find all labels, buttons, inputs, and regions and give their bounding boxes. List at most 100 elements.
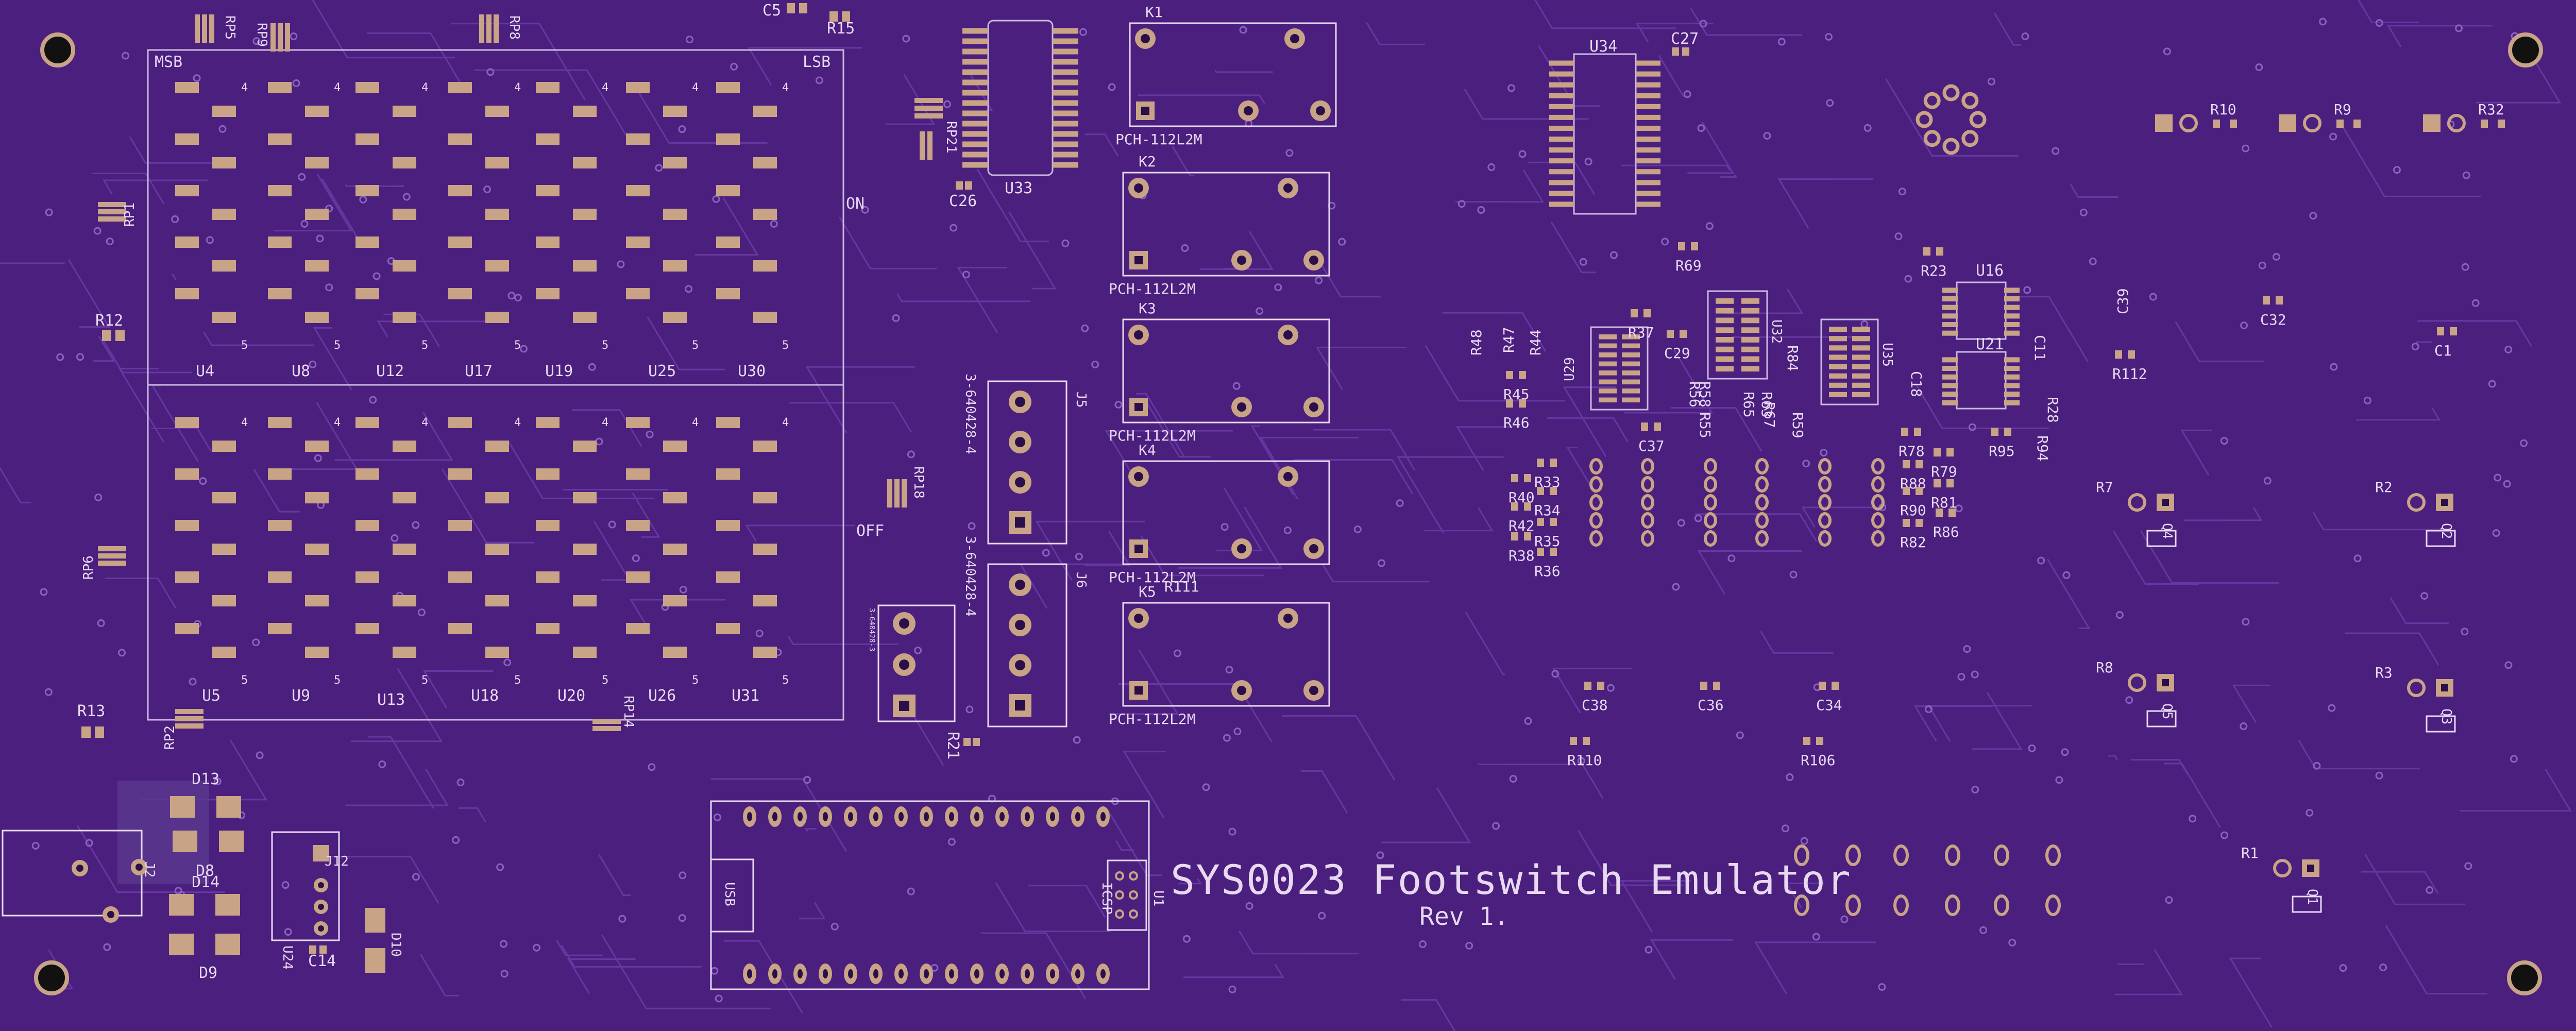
header-drill	[1100, 969, 1106, 978]
switch-pad	[268, 185, 292, 196]
ic-pin	[962, 162, 988, 168]
ic-label-u8: U8	[292, 362, 310, 380]
ic-pin	[2004, 288, 2020, 293]
u32-label: U32	[1769, 319, 1784, 344]
rp6-label: RP6	[81, 555, 96, 580]
header-drill	[823, 812, 828, 821]
header-drill	[924, 969, 929, 978]
ic-label-u26: U26	[648, 687, 676, 705]
u34-label: U34	[1589, 38, 1617, 56]
switch-pad	[393, 544, 416, 555]
switch-pad	[536, 82, 560, 93]
ic-pin	[1636, 60, 1660, 66]
switch-pad	[175, 82, 199, 93]
ic-pin	[1549, 147, 1574, 153]
j12-label: J12	[325, 854, 349, 869]
switch-pad	[716, 520, 740, 531]
switch-pad	[753, 209, 777, 220]
ic-pin	[1549, 158, 1574, 164]
th-drill	[2307, 865, 2314, 872]
switch-pad	[716, 417, 740, 428]
ic-pin	[1852, 392, 1870, 397]
smd-pad	[1914, 428, 1921, 436]
switch-pad	[626, 236, 650, 248]
switch-pad	[212, 544, 236, 555]
ic-pin	[1599, 370, 1617, 376]
pin-marker-4: 4	[241, 416, 248, 429]
switch-pad	[573, 260, 597, 272]
ic-pin	[1549, 169, 1574, 175]
pin-marker-4: 4	[782, 81, 789, 94]
pin-marker-5: 5	[421, 339, 428, 352]
ic-pin	[962, 48, 988, 55]
ic-label-u9: U9	[292, 687, 310, 705]
ic-pin	[1942, 322, 1958, 327]
c11-label: C11	[2031, 335, 2048, 361]
c27-label: C27	[1671, 30, 1699, 48]
r9-label: R9	[2334, 101, 2351, 118]
smd-pad	[1934, 479, 1941, 487]
smd-pad	[1524, 474, 1531, 482]
switch-pad	[485, 544, 509, 555]
relay-drill	[1134, 614, 1143, 623]
u1-label: U1	[1150, 890, 1166, 906]
switch-pad	[355, 468, 379, 480]
relay-label: K1	[1145, 4, 1163, 21]
relay-drill	[1134, 256, 1143, 264]
ic-pin	[1053, 121, 1078, 127]
rp14-label: RP14	[621, 696, 636, 728]
r90-label: R90	[1900, 502, 1926, 519]
d9-label: D9	[199, 964, 217, 982]
switch-pad	[268, 623, 292, 634]
header-drill	[848, 812, 853, 821]
smd-pad	[2213, 120, 2220, 128]
ic-pin	[1829, 382, 1847, 388]
mounting-hole	[2507, 960, 2542, 995]
msb-label: MSB	[155, 53, 182, 71]
switch-pad	[268, 520, 292, 531]
relay-drill	[1316, 106, 1325, 115]
header-drill	[798, 969, 803, 978]
smd-pad	[1524, 502, 1531, 511]
smd-pad	[2336, 120, 2344, 128]
switch-pad	[485, 647, 509, 658]
c5-label: C5	[762, 2, 781, 20]
ic-pin	[1622, 388, 1640, 394]
switch-pad	[268, 133, 292, 145]
r2-label: R2	[2375, 479, 2393, 496]
relay-drill	[1134, 183, 1143, 193]
mounting-hole	[34, 960, 69, 995]
ic-pin	[962, 141, 988, 147]
ic-pin	[1636, 137, 1660, 142]
ic-pin	[1636, 180, 1660, 185]
smd-pad	[1916, 487, 1923, 495]
switch-pad	[663, 157, 687, 168]
smd-pad	[2450, 327, 2457, 335]
switch-pad	[393, 312, 416, 323]
switch-pad	[305, 209, 329, 220]
ic-pin	[1942, 366, 1958, 371]
switch-pad	[393, 260, 416, 272]
ic-pin	[962, 121, 988, 127]
switch-pad	[175, 520, 199, 531]
ic-pin	[962, 90, 988, 96]
pin-marker-5: 5	[782, 674, 789, 687]
ic-pin	[1829, 345, 1847, 351]
ic-pin	[1636, 114, 1660, 120]
ic-pin	[1053, 141, 1078, 147]
ic-pin	[1852, 382, 1870, 388]
ic-pin	[1852, 345, 1870, 351]
header-drill	[1025, 812, 1030, 821]
relay-drill	[1237, 686, 1246, 695]
smd-pad	[2353, 120, 2361, 128]
smd-pad	[1923, 247, 1930, 256]
r32-label: R32	[2478, 101, 2504, 118]
header-drill	[999, 969, 1005, 978]
smd-pad	[1519, 399, 1526, 408]
pin-marker-4: 4	[602, 81, 608, 94]
switch-pad	[536, 236, 560, 248]
u21-label: U21	[1976, 335, 2004, 353]
switch-pad	[175, 185, 199, 196]
mounting-hole	[40, 32, 75, 67]
u33-label: U33	[1005, 179, 1032, 197]
